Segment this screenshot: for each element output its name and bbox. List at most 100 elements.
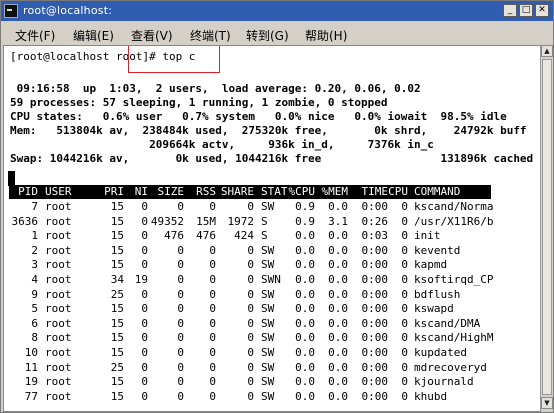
menu-terminal[interactable]: 终端(T) [190,27,231,44]
cell-cpu-pct: 0.0 [295,243,315,257]
cell-pid: 6 [31,316,38,330]
cell-mem-pct: 0.0 [328,331,348,345]
column-header-size: SIZE [157,185,185,198]
cell-time: 0:00 [361,389,389,403]
cell-rss: 0 [209,243,216,257]
cell-stat: SW [261,243,275,257]
cell-share: 0 [247,360,254,374]
menu-file[interactable]: 文件(F) [15,27,55,44]
cell-time: 0:00 [361,302,389,316]
scroll-up-icon[interactable]: ▲ [541,45,553,57]
column-header-command: COMMAND [414,185,461,198]
cell-ni: 0 [141,287,148,301]
cell-size: 0 [177,302,184,316]
cell-command: kapmd [414,258,448,272]
maximize-button[interactable]: □ [519,4,533,17]
cell-cpu: 0 [401,273,408,286]
cell-user: root [45,243,72,257]
cell-pid: 11 [24,360,38,374]
cell-rss: 15M [196,214,216,228]
terminal-output[interactable]: [root@localhost root]# top c 09:16:58 up… [3,45,541,412]
column-header-ni: NI [134,185,148,198]
table-row: 19 root 15 0 0 0 0 SW 0.0 0.0 0:00 0 kjournald [9,375,491,389]
cell-command: kswapd [414,302,454,316]
table-row: 3636 root 15 0 49352 15M 1972 S 0.9 3.1 0:26 0/usr/… [9,214,495,229]
menu-go[interactable]: 转到(G) [246,27,289,44]
cell-pid: 7 [31,200,38,213]
cell-command: bdflush [414,287,461,301]
cell-stat: SW [261,316,275,330]
cell-size: 476 [164,229,184,243]
cell-cpu: 0 [401,229,408,243]
table-row: 1 root 15 0 476 476 424 S 0.0 0.0 0:03 0 init [9,229,491,243]
cell-pid: 2 [31,243,38,257]
minimize-button[interactable]: _ [503,4,517,17]
cell-pid: 19 [24,375,38,389]
title-bar[interactable]: root@localhost: _ □ ✕ [1,1,553,21]
scrollbar[interactable]: ▲ ▼ [540,45,553,410]
cell-size: 0 [177,287,184,301]
cell-user: root [45,302,72,316]
cell-ni: 0 [141,375,148,389]
cell-pri: 15 [110,214,124,228]
cell-ni: 0 [141,346,148,359]
cell-ni: 0 [141,200,148,213]
cell-cpu-pct: 0.0 [295,346,315,359]
cell-command: khubd [414,389,448,403]
cell-pid: 1 [31,229,38,243]
menu-help[interactable]: 帮助(H) [305,27,347,44]
cell-stat: SW [261,302,275,316]
cell-share: 0 [247,302,254,316]
scroll-thumb[interactable] [542,59,552,395]
cell-rss: 0 [209,316,216,330]
cell-cpu-pct: 0.0 [295,375,315,389]
highlight-box [128,46,220,73]
uptime-line: 09:16:58 up 1:03, 2 users, load average:… [10,82,421,95]
cell-rss: 0 [209,375,216,389]
cell-mem-pct: 0.0 [328,200,348,213]
menu-bar: 文件(F) 编辑(E) 查看(V) 终端(T) 转到(G) 帮助(H) [1,23,553,45]
cell-user: root [45,331,72,345]
cell-rss: 0 [209,258,216,272]
cell-cpu: 0 [401,360,408,374]
mem-line: Mem: 513804k av, 238484k used, 275320k f… [10,124,527,137]
cell-cpu-pct: 0.0 [295,229,315,243]
cell-pri: 15 [110,229,124,243]
table-row: 7 root 15 0 0 0 0 SW 0.9 0.0 0:00 0 kscand/Normal [9,200,494,214]
column-header-cpu: CPU [388,185,408,198]
cell-user: root [45,360,72,374]
cell-command: mdrecoveryd [414,360,487,374]
terminal-window: root@localhost: _ □ ✕ 文件(F) 编辑(E) 查看(V) … [0,0,554,413]
cell-time: 0:00 [361,200,389,213]
text-cursor [8,171,15,186]
scroll-down-icon[interactable]: ▼ [541,397,553,409]
cell-command: kscand/DMA [414,316,481,330]
close-button[interactable]: ✕ [535,4,549,17]
cell-ni: 0 [141,302,148,316]
cell-share: 0 [247,331,254,345]
cell-user: root [45,214,72,228]
column-header-pri: PRI [104,185,124,198]
cell-share: 0 [247,287,254,301]
cell-stat: SW [261,375,275,389]
cell-pri: 25 [110,360,124,374]
cell-mem-pct: 0.0 [328,273,348,286]
cell-size: 0 [177,200,184,213]
cell-time: 0:00 [361,375,389,389]
cell-command: kscand/HighMe [414,331,494,345]
cell-time: 0:26 [361,214,389,228]
cell-stat: SWN [261,273,281,286]
cell-rss: 0 [209,346,216,359]
table-row: 9 root 25 0 0 0 0 SW 0.0 0.0 0:00 0 bdflush [9,288,491,302]
cell-pri: 15 [110,331,124,345]
cell-share: 0 [247,243,254,257]
column-header-cpu-pct: %CPU [288,185,316,198]
cell-ni: 0 [141,229,148,243]
cell-pri: 25 [110,287,124,301]
column-header-user: USER [45,185,72,198]
cell-time: 0:00 [361,331,389,345]
cell-time: 0:00 [361,273,389,286]
menu-edit[interactable]: 编辑(E) [73,27,114,44]
column-header-mem-pct: %MEM [321,185,349,198]
menu-view[interactable]: 查看(V) [131,27,173,44]
